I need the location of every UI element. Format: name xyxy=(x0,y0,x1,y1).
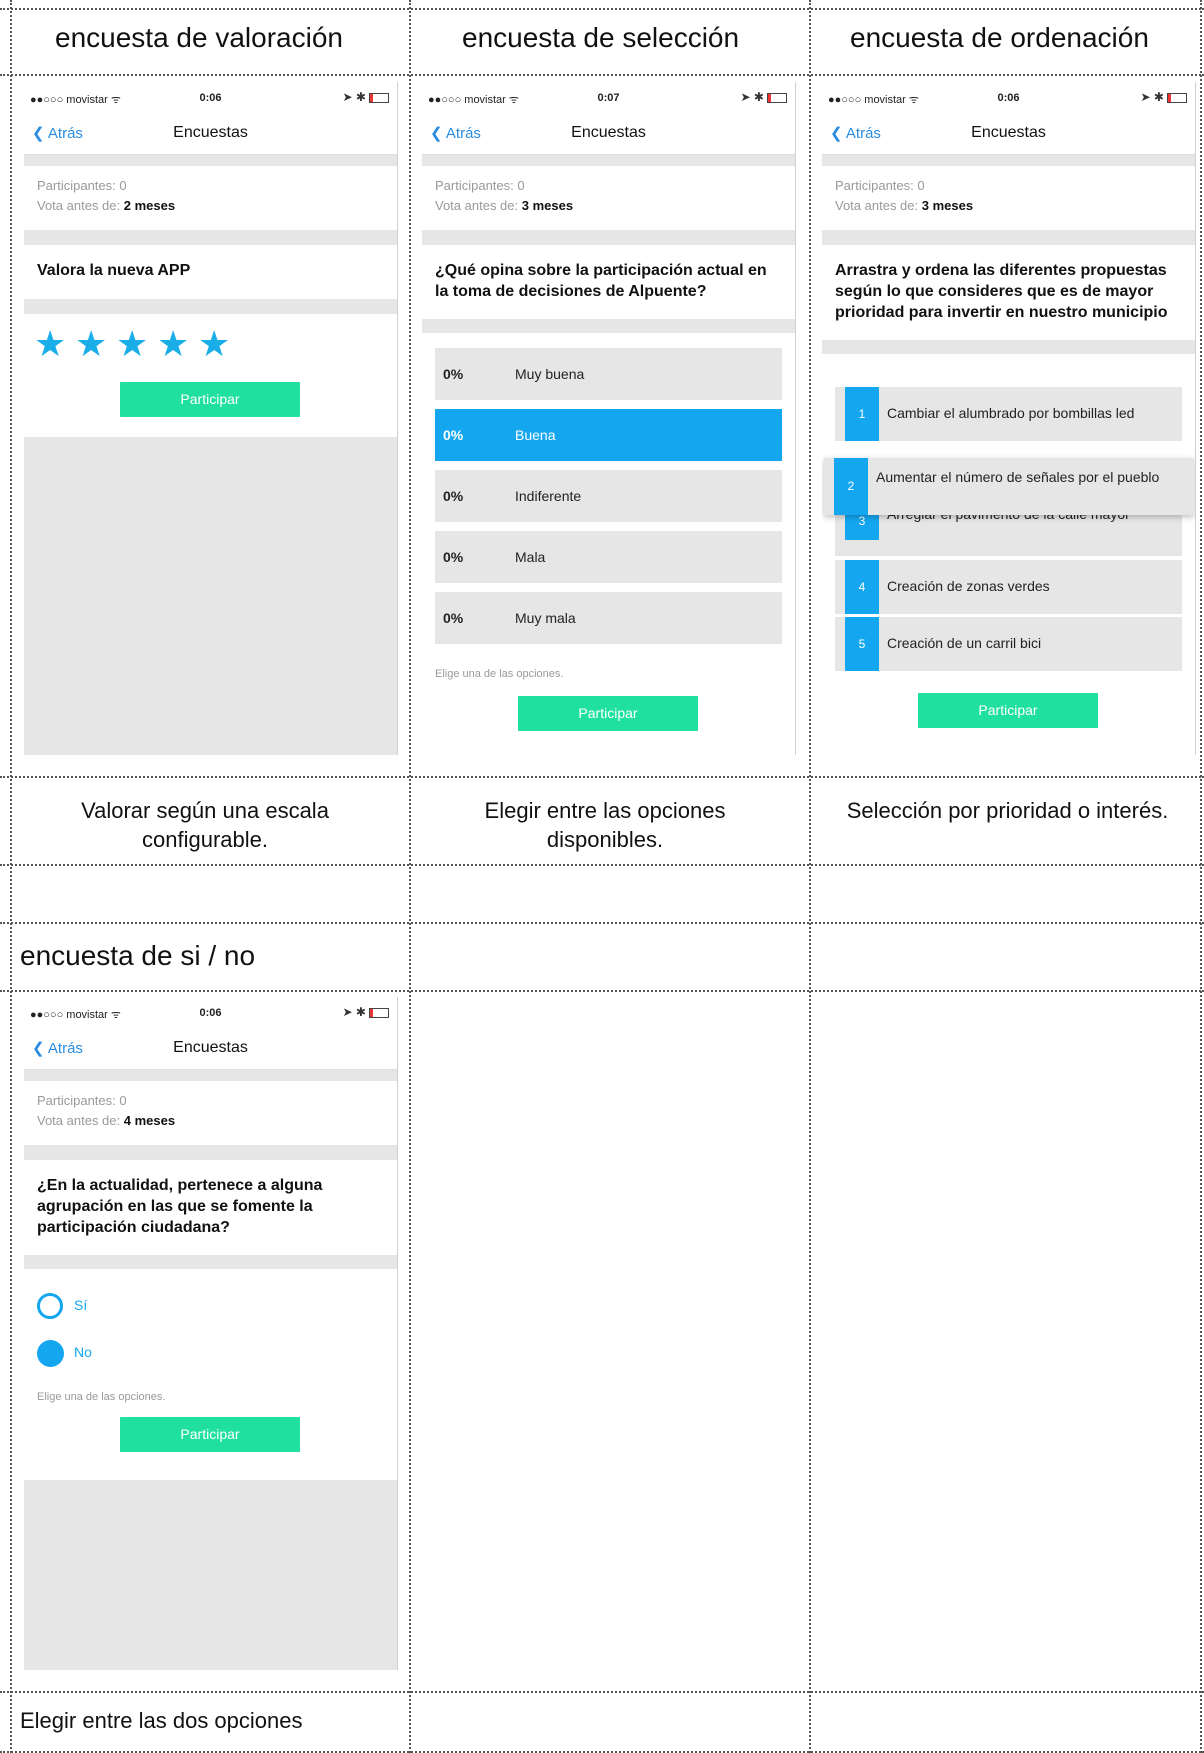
option-item[interactable]: 0% Indiferente xyxy=(435,470,782,522)
meta-section: Participantes: 0 Vota antes de: 2 meses xyxy=(24,166,397,230)
title-yesno: encuesta de si / no xyxy=(20,940,256,971)
rank-item-dragging[interactable]: 2 Aumentar el número de señales por el pu… xyxy=(824,458,1194,515)
nav-title: Encuestas xyxy=(971,124,1046,141)
title-selection: encuesta de selección xyxy=(462,22,740,53)
option-item[interactable]: 0% Muy buena xyxy=(435,348,782,400)
radio-yes[interactable] xyxy=(37,1293,63,1319)
battery-icon: ➤ ✱ xyxy=(343,90,389,104)
question-text: ¿En la actualidad, pertenece a alguna ag… xyxy=(37,1177,323,1236)
star-icon[interactable]: ★ xyxy=(75,326,107,362)
radio-no-label: No xyxy=(74,1344,92,1360)
phone-ordering: ●●○○○ movistar ᯤ 0:06 ➤ ✱ ❮ Atrás Encues… xyxy=(822,82,1195,755)
answer-section: Sí No Elige una de las opciones. Partici… xyxy=(24,1269,397,1480)
deadline: Vota antes de: 2 meses xyxy=(37,198,176,213)
star-icon[interactable]: ★ xyxy=(157,326,189,362)
title-rating: encuesta de valoración xyxy=(55,22,343,53)
nav-bar: ❮ Atrás Encuestas xyxy=(422,112,795,155)
battery-icon: ➤ ✱ xyxy=(741,90,787,104)
star-icon[interactable]: ★ xyxy=(34,326,66,362)
grid-line xyxy=(1200,0,1202,1753)
title-ordering: encuesta de ordenación xyxy=(850,22,1149,53)
deadline: Vota antes de: 3 meses xyxy=(435,198,574,213)
nav-bar: ❮ Atrás Encuestas xyxy=(24,112,397,155)
participants: Participantes: 0 xyxy=(37,1093,127,1108)
participate-button[interactable]: Participar xyxy=(918,693,1098,728)
rating-section: ★ ★ ★ ★ ★ Participar xyxy=(24,314,397,437)
nav-title: Encuestas xyxy=(173,1039,248,1056)
hint-text: Elige una de las opciones. xyxy=(435,668,564,680)
phone-yesno: ●●○○○ movistar ᯤ 0:06 ➤ ✱ ❮ Atrás Encues… xyxy=(24,997,397,1670)
status-bar: ●●○○○ movistar ᯤ 0:06 ➤ ✱ xyxy=(24,82,397,112)
participate-button[interactable]: Participar xyxy=(120,382,300,417)
nav-bar: ❮ Atrás Encuestas xyxy=(822,112,1195,155)
rank-item[interactable]: 4 Creación de zonas verdes xyxy=(835,560,1182,614)
question-text: Arrastra y ordena las diferentes propues… xyxy=(835,262,1168,321)
status-bar: ●●○○○ movistar ᯤ 0:07 ➤ ✱ xyxy=(422,82,795,112)
question-section: ¿Qué opina sobre la participación actual… xyxy=(422,245,795,319)
grid-line xyxy=(409,0,411,1753)
question-section: Valora la nueva APP xyxy=(24,245,397,299)
participate-button[interactable]: Participar xyxy=(518,696,698,731)
grid-line xyxy=(0,776,1204,778)
grid-line xyxy=(0,864,1204,866)
radio-no[interactable] xyxy=(37,1340,64,1367)
participants: Participantes: 0 xyxy=(435,178,525,193)
meta-section: Participantes: 0 Vota antes de: 3 meses xyxy=(822,166,1195,230)
desc-ordering: Selección por prioridad o interés. xyxy=(846,798,1169,823)
star-icon[interactable]: ★ xyxy=(116,326,148,362)
option-item[interactable]: 0% Mala xyxy=(435,531,782,583)
option-item[interactable]: 0% Buena xyxy=(435,409,782,461)
grid-line xyxy=(0,922,1204,924)
hint-text: Elige una de las opciones. xyxy=(37,1391,166,1403)
clock: 0:07 xyxy=(597,92,620,104)
battery-icon: ➤ ✱ xyxy=(343,1005,389,1019)
phone-rating: ●●○○○ movistar ᯤ 0:06 ➤ ✱ ❮ Atrás Encues… xyxy=(24,82,397,755)
question-text: Valora la nueva APP xyxy=(37,262,191,279)
status-bar: ●●○○○ movistar ᯤ 0:06 ➤ ✱ xyxy=(24,997,397,1027)
participants: Participantes: 0 xyxy=(835,178,925,193)
clock: 0:06 xyxy=(199,92,222,104)
battery-icon: ➤ ✱ xyxy=(1141,90,1187,104)
question-text: ¿Qué opina sobre la participación actual… xyxy=(435,262,767,300)
phone-selection: ●●○○○ movistar ᯤ 0:07 ➤ ✱ ❮ Atrás Encues… xyxy=(422,82,795,755)
meta-section: Participantes: 0 Vota antes de: 4 meses xyxy=(24,1081,397,1145)
option-item[interactable]: 0% Muy mala xyxy=(435,592,782,644)
desc-selection: Elegir entre las opciones disponibles. xyxy=(484,798,726,852)
star-icon[interactable]: ★ xyxy=(198,326,230,362)
clock: 0:06 xyxy=(997,92,1020,104)
deadline: Vota antes de: 3 meses xyxy=(835,198,974,213)
participate-button[interactable]: Participar xyxy=(120,1417,300,1452)
desc-yesno: Elegir entre las dos opciones xyxy=(20,1708,303,1733)
grid-line xyxy=(0,990,1204,992)
rank-item[interactable]: 1 Cambiar el alumbrado por bombillas led xyxy=(835,387,1182,441)
grid-line xyxy=(0,74,1204,76)
grid-line xyxy=(0,1691,1204,1693)
grid-line xyxy=(0,8,1204,10)
question-section: ¿En la actualidad, pertenece a alguna ag… xyxy=(24,1160,397,1255)
rank-item[interactable]: 5 Creación de un carril bici xyxy=(835,617,1182,671)
desc-rating: Valorar según una escala configurable. xyxy=(81,798,329,852)
participants: Participantes: 0 xyxy=(37,178,127,193)
grid-line xyxy=(809,0,811,1753)
question-section: Arrastra y ordena las diferentes propues… xyxy=(822,245,1195,340)
deadline: Vota antes de: 4 meses xyxy=(37,1113,176,1128)
nav-bar: ❮ Atrás Encuestas xyxy=(24,1027,397,1070)
clock: 0:06 xyxy=(199,1007,222,1019)
grid-line xyxy=(10,0,12,1753)
nav-title: Encuestas xyxy=(173,124,248,141)
status-bar: ●●○○○ movistar ᯤ 0:06 ➤ ✱ xyxy=(822,82,1195,112)
meta-section: Participantes: 0 Vota antes de: 3 meses xyxy=(422,166,795,230)
nav-title: Encuestas xyxy=(571,124,646,141)
radio-yes-label: Sí xyxy=(74,1297,88,1313)
